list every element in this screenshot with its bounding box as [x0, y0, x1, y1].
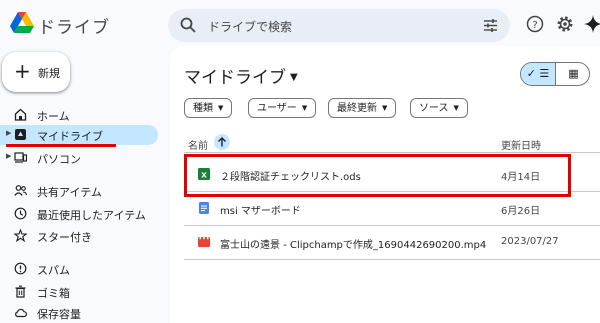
sidebar-item-label: 保存容量: [37, 308, 81, 321]
plus-icon: +: [14, 59, 31, 83]
clock-icon: [14, 207, 27, 220]
settings-icon[interactable]: [556, 15, 574, 33]
document-icon: [199, 202, 209, 214]
new-button[interactable]: + 新規: [2, 52, 70, 92]
annotation-underline: [6, 144, 116, 147]
chevron-down-icon: ▼: [218, 104, 224, 112]
file-name: msi マザーボード: [220, 206, 301, 217]
home-icon: [14, 108, 27, 121]
sidebar-item-label: 最近使用したアイテム: [37, 209, 146, 222]
expand-caret-icon[interactable]: ▶: [6, 152, 11, 160]
sidebar-item-starred[interactable]: スター付き: [0, 226, 158, 246]
chevron-down-icon: ▼: [290, 72, 298, 83]
sidebar-item-shared[interactable]: 共有アイテム: [0, 181, 158, 201]
grid-view-button[interactable]: ▦: [556, 63, 589, 85]
spam-icon: [14, 262, 27, 275]
filter-chip-label: 最終更新: [337, 103, 377, 114]
arrow-up-icon: [218, 137, 226, 147]
computer-icon: [14, 152, 27, 163]
help-icon[interactable]: ?: [526, 15, 544, 33]
column-header-name[interactable]: 名前: [188, 137, 208, 152]
page-title[interactable]: マイドライブ ▼: [184, 63, 298, 88]
cloud-icon: [15, 308, 27, 318]
drive-logo-icon: [10, 12, 34, 33]
sidebar-item-label: スター付き: [37, 231, 92, 244]
filter-chip-label: ソース: [419, 103, 449, 114]
file-modified: 6月26日: [501, 206, 541, 217]
search-icon[interactable]: [180, 17, 196, 33]
view-toggle: ✓ ☰ ▦: [520, 62, 590, 86]
sidebar-item-home[interactable]: ホーム: [0, 105, 158, 125]
search-input[interactable]: ドライブで検索: [208, 18, 292, 35]
filter-source-chip[interactable]: ソース ▼: [410, 98, 468, 118]
filter-people-chip[interactable]: ユーザー ▼: [248, 98, 317, 118]
sidebar-item-storage[interactable]: 保存容量: [0, 303, 158, 323]
app-title[interactable]: ドライブ: [38, 13, 110, 38]
drive-icon: [15, 129, 26, 140]
table-row[interactable]: 富士山の遠景 - Clipchampで作成_1690442690200.mp4 …: [184, 225, 600, 259]
chevron-down-icon: ▼: [453, 104, 459, 112]
sidebar-item-recent[interactable]: 最近使用したアイテム: [0, 204, 158, 224]
sort-direction-button[interactable]: [214, 134, 230, 150]
divider: [184, 152, 600, 153]
filter-chip-label: 種類: [193, 103, 213, 114]
sidebar-item-trash[interactable]: ゴミ箱: [0, 282, 158, 302]
star-icon: [14, 229, 27, 242]
chevron-down-icon: ▼: [382, 104, 388, 112]
trash-icon: [15, 285, 26, 298]
gemini-icon[interactable]: [584, 15, 600, 33]
people-icon: [14, 185, 27, 196]
list-view-button[interactable]: ✓ ☰: [521, 63, 556, 85]
sidebar-item-label: ホーム: [37, 110, 70, 123]
video-icon: [198, 237, 210, 247]
file-modified: 2023/07/27: [501, 236, 559, 247]
svg-text:?: ?: [532, 20, 537, 31]
column-header-modified[interactable]: 更新日時: [501, 137, 541, 152]
annotation-highlight-box: [184, 154, 571, 197]
filter-modified-chip[interactable]: 最終更新 ▼: [328, 98, 397, 118]
new-button-label: 新規: [38, 67, 60, 80]
sidebar-item-label: 共有アイテム: [37, 186, 102, 199]
filter-chip-label: ユーザー: [257, 103, 297, 114]
expand-caret-icon[interactable]: ▶: [6, 129, 11, 137]
sidebar-item-label: パソコン: [37, 153, 81, 166]
sidebar-item-label: ゴミ箱: [37, 287, 70, 300]
sidebar-item-label: スパム: [37, 264, 70, 277]
search-bar[interactable]: ドライブで検索: [168, 9, 510, 42]
search-options-icon[interactable]: [483, 18, 498, 33]
sidebar-item-computers[interactable]: ▶ パソコン: [0, 148, 158, 168]
chevron-down-icon: ▼: [301, 104, 308, 112]
page-title-text: マイドライブ: [184, 68, 286, 88]
file-name: 富士山の遠景 - Clipchampで作成_1690442690200.mp4: [220, 240, 487, 251]
filter-type-chip[interactable]: 種類 ▼: [184, 98, 233, 118]
divider: [184, 259, 600, 260]
sidebar-item-spam[interactable]: スパム: [0, 259, 158, 279]
sidebar-item-label: マイドライブ: [37, 130, 103, 143]
sidebar-item-my-drive[interactable]: ▶ マイドライブ: [0, 125, 158, 145]
